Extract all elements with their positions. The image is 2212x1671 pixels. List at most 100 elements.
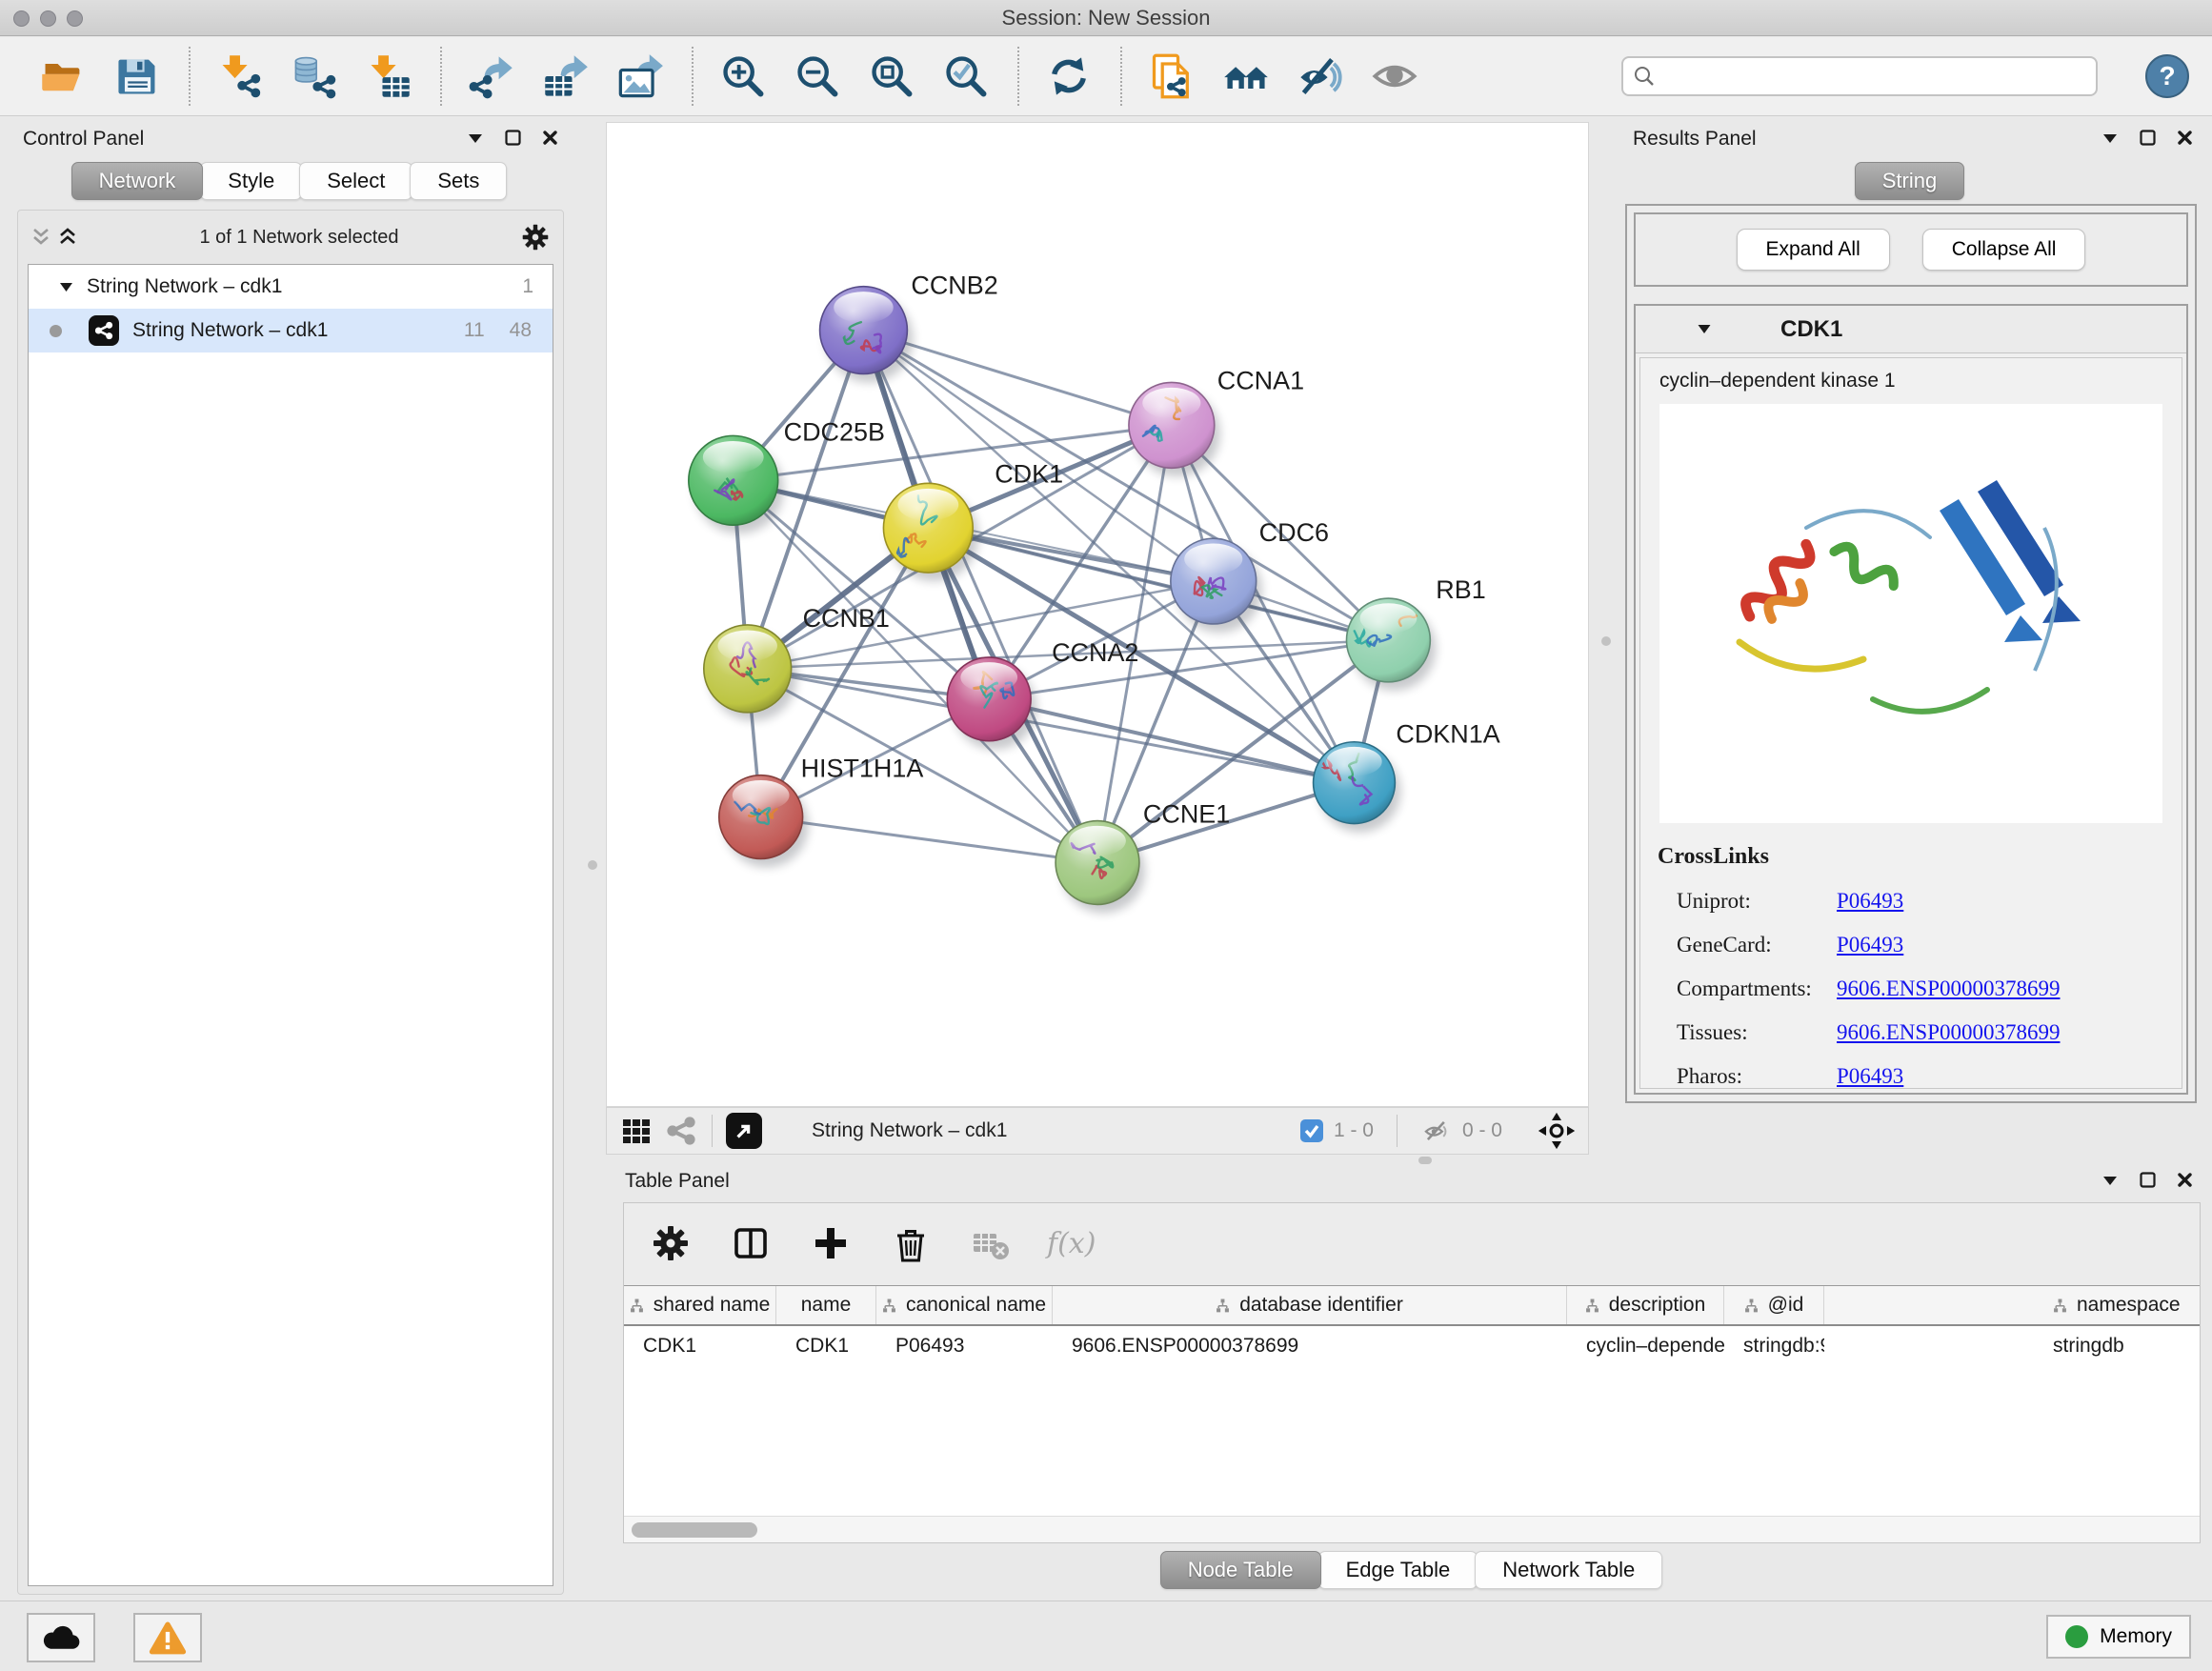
- tab-node-table[interactable]: Node Table: [1160, 1551, 1321, 1589]
- selected-checkbox-icon[interactable]: [1299, 1118, 1324, 1143]
- network-collection-row[interactable]: String Network – cdk1 1: [29, 265, 553, 309]
- crosslink-pharos-link[interactable]: P06493: [1837, 1055, 1903, 1089]
- panel-menu-icon[interactable]: [467, 132, 484, 144]
- table-cell[interactable]: stringdb:9...: [1724, 1326, 1824, 1366]
- column-header-shared-name[interactable]: shared name: [624, 1286, 776, 1324]
- create-column-button[interactable]: [807, 1219, 855, 1267]
- memory-status-button[interactable]: Memory: [2046, 1615, 2191, 1659]
- column-header-description[interactable]: description: [1567, 1286, 1724, 1324]
- open-in-window-chip[interactable]: [726, 1113, 762, 1149]
- tab-edge-table[interactable]: Edge Table: [1318, 1551, 1478, 1589]
- zoom-out-button[interactable]: [792, 50, 845, 103]
- delete-column-button[interactable]: [887, 1219, 935, 1267]
- import-network-from-database-button[interactable]: [289, 50, 342, 103]
- column-header-canonical-name[interactable]: canonical name: [876, 1286, 1053, 1324]
- close-panel-icon[interactable]: [542, 130, 558, 146]
- network-overview-button[interactable]: [664, 1114, 698, 1148]
- table-cell[interactable]: 9606.ENSP00000378699: [1053, 1326, 1567, 1366]
- expand-all-networks-button[interactable]: [54, 224, 81, 251]
- clone-network-button[interactable]: [1146, 50, 1199, 103]
- crosslink-compartments-link[interactable]: 9606.ENSP00000378699: [1837, 967, 2061, 1011]
- tab-network-table[interactable]: Network Table: [1475, 1551, 1662, 1589]
- horizontal-splitter-handle[interactable]: [1418, 1157, 1432, 1164]
- export-image-button[interactable]: [614, 50, 668, 103]
- birdseye-grid-button[interactable]: [618, 1113, 654, 1149]
- zoom-selected-button[interactable]: [940, 50, 994, 103]
- scrollbar-thumb[interactable]: [632, 1522, 757, 1538]
- table-cell[interactable]: CDK1: [776, 1326, 876, 1366]
- grid-icon: [620, 1115, 653, 1147]
- panel-menu-icon[interactable]: [2101, 132, 2119, 144]
- crosslink-tissues-link[interactable]: 9606.ENSP00000378699: [1837, 1011, 2061, 1055]
- tab-style[interactable]: Style: [200, 162, 302, 200]
- left-splitter-handle[interactable]: [588, 860, 597, 870]
- tab-network[interactable]: Network: [71, 162, 204, 200]
- network-options-button[interactable]: [517, 219, 553, 255]
- table-cell[interactable]: stringdb: [1824, 1326, 2200, 1366]
- float-panel-icon[interactable]: [505, 130, 521, 146]
- help-button[interactable]: ?: [2145, 54, 2189, 98]
- crosslink-uniprot-link[interactable]: P06493: [1837, 879, 1903, 923]
- column-header-database-identifier[interactable]: database identifier: [1053, 1286, 1567, 1324]
- right-splitter-handle[interactable]: [1601, 636, 1611, 646]
- export-network-button[interactable]: [466, 50, 519, 103]
- save-icon: [113, 52, 161, 100]
- collapse-all-button[interactable]: Collapse All: [1922, 229, 2086, 271]
- close-panel-icon[interactable]: [2177, 1172, 2193, 1188]
- panel-menu-icon[interactable]: [2101, 1175, 2119, 1186]
- function-builder-button[interactable]: f(x): [1047, 1227, 1096, 1260]
- delete-table-button-disabled[interactable]: [967, 1219, 1015, 1267]
- table-cell[interactable]: cyclin–dependent ...: [1567, 1326, 1724, 1366]
- export-table-button[interactable]: [540, 50, 593, 103]
- tab-string[interactable]: String: [1855, 162, 1964, 200]
- crosslink-genecard-link[interactable]: P06493: [1837, 923, 1903, 967]
- network-name: String Network – cdk1: [132, 319, 328, 342]
- zoom-in-button[interactable]: [717, 50, 771, 103]
- table-options-button[interactable]: [647, 1219, 694, 1267]
- tab-sets[interactable]: Sets: [410, 162, 507, 200]
- expand-all-button[interactable]: Expand All: [1737, 229, 1890, 271]
- table-horizontal-scrollbar: [624, 1516, 2200, 1542]
- show-column-selector-button[interactable]: [727, 1219, 774, 1267]
- fit-content-crosshair-icon[interactable]: [1537, 1111, 1577, 1151]
- first-neighbors-button[interactable]: [1220, 50, 1274, 103]
- warnings-button[interactable]: [133, 1613, 202, 1662]
- share-gray-icon: [666, 1116, 696, 1146]
- save-session-button[interactable]: [111, 50, 165, 103]
- collection-name: String Network – cdk1: [87, 275, 282, 298]
- cloud-status-button[interactable]: [27, 1613, 95, 1662]
- import-network-from-file-button[interactable]: [214, 50, 268, 103]
- table-row[interactable]: CDK1CDK1P064939606.ENSP00000378699cyclin…: [624, 1326, 2200, 1366]
- collection-expander-icon[interactable]: [59, 282, 73, 292]
- network-edge-HIST1H1A-CCNE1[interactable]: [761, 817, 1097, 863]
- column-header--id[interactable]: @id: [1724, 1286, 1824, 1324]
- import-table-from-file-button[interactable]: [363, 50, 416, 103]
- tab-select[interactable]: Select: [299, 162, 412, 200]
- search-icon: [1633, 65, 1656, 88]
- table-cell[interactable]: P06493: [876, 1326, 1053, 1366]
- network-canvas[interactable]: CCNB2CCNA1CDC25BCDK1CDC6RB1CCNB1CCNA2CDK…: [606, 122, 1589, 1107]
- column-header-namespace[interactable]: namespace: [1824, 1286, 2200, 1324]
- hide-selected-button[interactable]: [1295, 50, 1348, 103]
- toolbar-separator: [1017, 47, 1019, 106]
- show-all-button[interactable]: [1369, 50, 1422, 103]
- close-panel-icon[interactable]: [2177, 130, 2193, 146]
- network-row[interactable]: String Network – cdk1 11 48: [29, 309, 553, 352]
- refresh-layout-button[interactable]: [1043, 50, 1096, 103]
- export-table-icon: [542, 52, 590, 100]
- columns-icon: [729, 1221, 773, 1265]
- search-input[interactable]: [1663, 65, 2086, 89]
- network-node-label-CCNB1: CCNB1: [803, 604, 890, 633]
- cloud-icon: [40, 1621, 82, 1655]
- hidden-eye-slash-icon[interactable]: [1420, 1117, 1453, 1145]
- entry-expander-icon[interactable]: [1697, 324, 1712, 334]
- network-graph[interactable]: CCNB2CCNA1CDC25BCDK1CDC6RB1CCNB1CCNA2CDK…: [607, 123, 1588, 1106]
- float-panel-icon[interactable]: [2140, 1172, 2156, 1188]
- float-panel-icon[interactable]: [2140, 130, 2156, 146]
- collapse-all-networks-button[interactable]: [28, 224, 54, 251]
- crosslink-row: Compartments:9606.ENSP00000378699: [1658, 967, 2182, 1011]
- zoom-fit-button[interactable]: [866, 50, 919, 103]
- open-session-button[interactable]: [37, 50, 90, 103]
- table-cell[interactable]: CDK1: [624, 1326, 776, 1366]
- column-header-name[interactable]: name: [776, 1286, 876, 1324]
